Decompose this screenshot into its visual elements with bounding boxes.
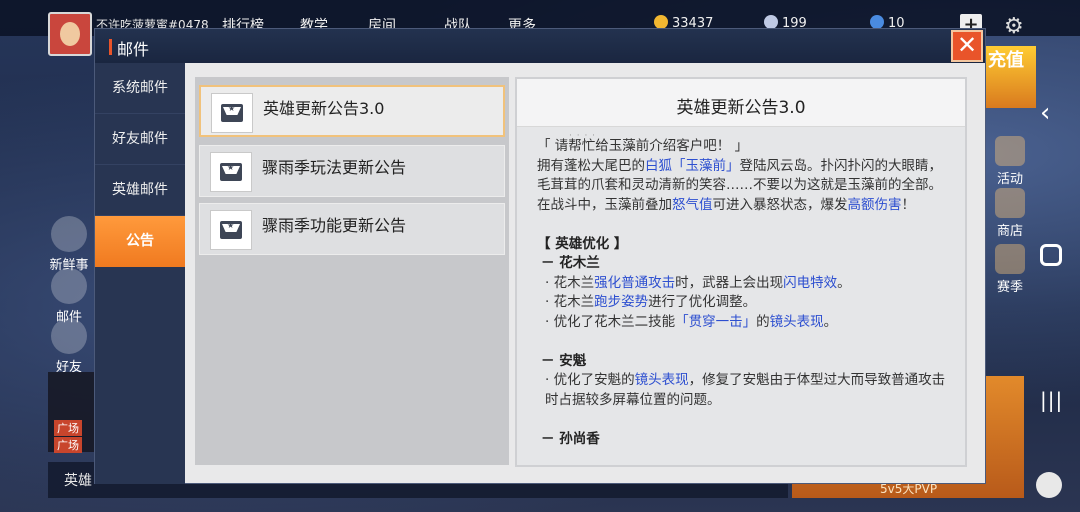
inbox-icon [210, 152, 252, 192]
home-button[interactable] [1040, 244, 1062, 266]
mail-icon [51, 268, 87, 304]
detail-body[interactable]: 「 请帮忙给玉藻前介绍客户吧！ 」 拥有蓬松大尾巴的白狐「玉藻前」登陆风云岛。扑… [537, 137, 949, 459]
gear-icon[interactable]: ⚙ [1004, 14, 1024, 39]
highlight-text: 白狐「玉藻前」 [645, 157, 740, 174]
section-heading: 【 英雄优化 】 [537, 235, 628, 252]
diamond-icon [764, 15, 778, 29]
ticket-icon [870, 15, 884, 29]
hero-heading: － 花木兰 [541, 255, 600, 271]
highlight-text: 怒气值 [672, 196, 713, 213]
hero-heading: － 孙尚香 [541, 430, 600, 447]
friends-icon [51, 318, 87, 354]
tab-friend-mail[interactable]: 好友邮件 [95, 114, 185, 165]
inbox-icon [210, 210, 252, 250]
avatar[interactable] [48, 12, 92, 56]
intro-quote: 「 请帮忙给玉藻前介绍客户吧！ 」 [537, 138, 749, 154]
shop-icon [995, 188, 1025, 218]
close-button[interactable]: ✕ [951, 30, 983, 62]
tab-announcement[interactable]: 公告 [95, 216, 185, 267]
detail-title: 英雄更新公告3.0 [676, 98, 806, 118]
mail-list[interactable]: 英雄更新公告3.0 骤雨季玩法更新公告 骤雨季功能更新公告 [195, 77, 509, 465]
news-button[interactable]: 新鲜事 [44, 216, 94, 273]
gift-icon [995, 136, 1025, 166]
friends-button[interactable]: 好友 [44, 318, 94, 375]
mail-title: 骤雨季玩法更新公告 [262, 158, 407, 177]
shop-button[interactable]: 商店 [990, 188, 1030, 239]
mail-button[interactable]: 邮件 [44, 268, 94, 325]
season-button[interactable]: 赛季 [990, 244, 1030, 295]
chat-tag: 广场 [54, 437, 82, 453]
dialog-header: 邮件 [95, 29, 985, 63]
list-item[interactable]: 骤雨季功能更新公告 [199, 203, 505, 255]
bullet-item: · 花木兰跑步姿势进行了优化调整。 [545, 294, 757, 310]
events-button[interactable]: 活动 [990, 136, 1030, 187]
menu-button[interactable]: ||| [1040, 388, 1063, 412]
bottom-hero-label[interactable]: 英雄 [64, 470, 92, 490]
bullet-item: · 花木兰强化普通攻击时，武器上会出现闪电特效。 [545, 274, 851, 291]
bullet-item: · 优化了花木兰二技能「贯穿一击」的镜头表现。 [545, 313, 838, 330]
mail-sidebar: 系统邮件 好友邮件 英雄邮件 公告 [95, 63, 185, 484]
tab-system-mail[interactable]: 系统邮件 [95, 63, 185, 114]
intro-paragraph: 拥有蓬松大尾巴的白狐「玉藻前」登陆风云岛。扑闪扑闪的大眼睛，毛茸茸的爪套和灵动清… [537, 157, 942, 213]
coin-icon [654, 15, 668, 29]
bullet-item: · 优化了安魁的镜头表现，修复了安魁由于体型过大而导致普通攻击时占据较多屏幕位置… [545, 372, 946, 408]
chat-tag: 广场 [54, 420, 82, 436]
mail-dialog: 邮件 ✕ 系统邮件 好友邮件 英雄邮件 公告 英雄更新公告3.0 骤雨季玩法更新… [94, 28, 986, 484]
trophy-icon [995, 244, 1025, 274]
mail-detail[interactable]: 英雄更新公告3.0 · · · · 「 请帮忙给玉藻前介绍客户吧！ 」 拥有蓬松… [515, 77, 967, 467]
dice-icon[interactable] [1036, 472, 1062, 498]
list-item[interactable]: 英雄更新公告3.0 [199, 85, 505, 137]
list-item[interactable]: 骤雨季玩法更新公告 [199, 145, 505, 197]
inbox-icon [211, 93, 253, 133]
dialog-title: 邮件 [117, 40, 150, 59]
mail-title: 骤雨季功能更新公告 [262, 216, 407, 235]
hero-heading: － 安魁 [541, 352, 587, 369]
detail-header: 英雄更新公告3.0 [517, 79, 965, 127]
title-accent [109, 39, 112, 55]
tab-hero-mail[interactable]: 英雄邮件 [95, 165, 185, 216]
chevron-left-icon[interactable]: ‹ [1040, 98, 1050, 128]
news-icon [51, 216, 87, 252]
highlight-text: 高额伤害 [847, 196, 902, 213]
mail-title: 英雄更新公告3.0 [263, 99, 385, 118]
